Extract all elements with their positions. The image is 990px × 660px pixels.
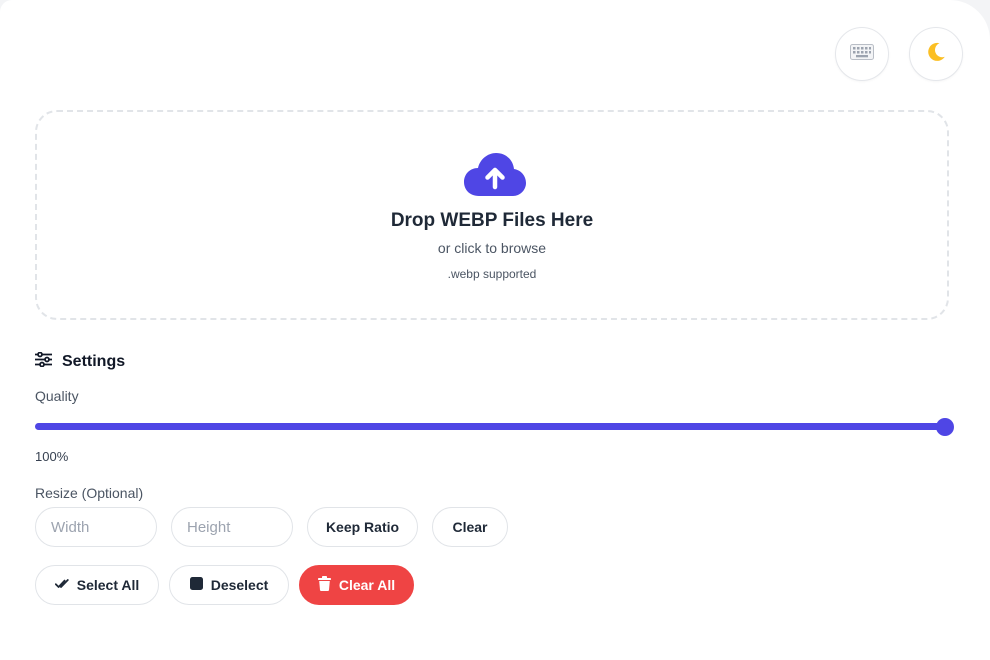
settings-heading: Settings (35, 351, 126, 372)
quality-slider[interactable] (35, 418, 954, 436)
deselect-button[interactable]: Deselect (169, 565, 289, 605)
dropzone-title: Drop WEBP Files Here (390, 210, 594, 231)
quality-slider-fill (35, 423, 945, 430)
select-all-button[interactable]: Select All (35, 565, 159, 605)
dropzone-hint: .webp supported (447, 267, 537, 281)
double-check-icon (54, 577, 69, 593)
clear-all-button[interactable]: Clear All (299, 565, 414, 605)
keep-ratio-button[interactable]: Keep Ratio (307, 507, 418, 547)
clear-resize-label: Clear (452, 519, 488, 535)
keyboard-icon (850, 43, 874, 65)
cloud-upload-icon (463, 152, 527, 203)
quality-value: 100% (35, 449, 69, 464)
sliders-icon (35, 351, 52, 372)
resize-label: Resize (Optional) (35, 485, 144, 501)
clear-resize-button[interactable]: Clear (432, 507, 508, 547)
moon-icon (924, 40, 948, 69)
main-card: Drop WEBP Files Here or click to browse … (0, 0, 990, 660)
keyboard-shortcuts-button[interactable] (835, 27, 889, 81)
clear-all-label: Clear All (338, 577, 396, 593)
square-icon (189, 577, 203, 593)
height-input[interactable] (171, 507, 293, 547)
deselect-label: Deselect (210, 577, 269, 593)
keep-ratio-label: Keep Ratio (325, 519, 400, 535)
width-input[interactable] (35, 507, 157, 547)
dropzone-subtitle: or click to browse (437, 240, 547, 256)
theme-toggle-button[interactable] (909, 27, 963, 81)
file-dropzone[interactable]: Drop WEBP Files Here or click to browse … (35, 110, 949, 320)
quality-label: Quality (35, 388, 79, 404)
settings-title: Settings (62, 353, 126, 370)
select-all-label: Select All (76, 577, 140, 593)
trash-icon (317, 576, 331, 594)
quality-slider-thumb[interactable] (936, 418, 954, 436)
